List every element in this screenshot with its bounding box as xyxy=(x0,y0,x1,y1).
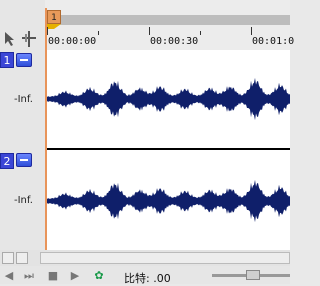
timeline-label: 00:00:00 xyxy=(48,36,97,47)
timeline-label: 00:00:30 xyxy=(150,36,199,47)
cursor-tool-button[interactable] xyxy=(2,30,20,48)
marker-1-pointer xyxy=(47,24,61,29)
track-1-collapse-button[interactable] xyxy=(16,53,32,67)
track-2-collapse-button[interactable] xyxy=(16,153,32,167)
zoom-slider-thumb[interactable] xyxy=(246,270,260,280)
timeline-major-tick xyxy=(251,27,252,35)
track-2-badge[interactable]: 2 xyxy=(0,153,14,169)
scroll-left-button[interactable] xyxy=(2,252,14,264)
marker-1-flag[interactable]: 1 xyxy=(47,10,61,24)
waveform-shape xyxy=(45,179,290,223)
track-2-waveform xyxy=(45,179,290,223)
timeline-major-tick xyxy=(149,27,150,35)
skip-back-icon[interactable]: ◀ xyxy=(2,270,16,282)
loop-region-bar[interactable] xyxy=(55,15,290,25)
track-divider xyxy=(45,148,290,150)
loop-icon[interactable]: ✿ xyxy=(92,270,106,282)
waveform-editor[interactable] xyxy=(45,50,290,250)
timeline-minor-tick xyxy=(200,31,201,35)
cursor-icon xyxy=(5,32,14,46)
waveform-canvas[interactable] xyxy=(45,50,290,250)
skip-forward-icon[interactable]: ⏭ xyxy=(22,270,36,282)
stop-icon[interactable]: ■ xyxy=(46,270,60,282)
snap-icon xyxy=(22,31,36,47)
track-1-badge[interactable]: 1 xyxy=(0,52,14,68)
track-1-level-label: -Inf. xyxy=(14,94,33,105)
play-icon[interactable]: ▶ xyxy=(68,270,82,282)
scrollbar-thumb[interactable] xyxy=(40,252,290,264)
snap-tool-button[interactable] xyxy=(20,30,38,48)
timeline-label: 00:01:0 xyxy=(252,36,295,47)
scroll-right-button[interactable] xyxy=(16,252,28,264)
track-1-waveform xyxy=(45,77,290,121)
timeline-major-tick xyxy=(47,27,48,35)
timeline-minor-tick xyxy=(98,31,99,35)
waveform-shape xyxy=(45,77,290,121)
track-2-level-label: -Inf. xyxy=(14,195,33,206)
playhead-cursor[interactable] xyxy=(45,8,47,250)
